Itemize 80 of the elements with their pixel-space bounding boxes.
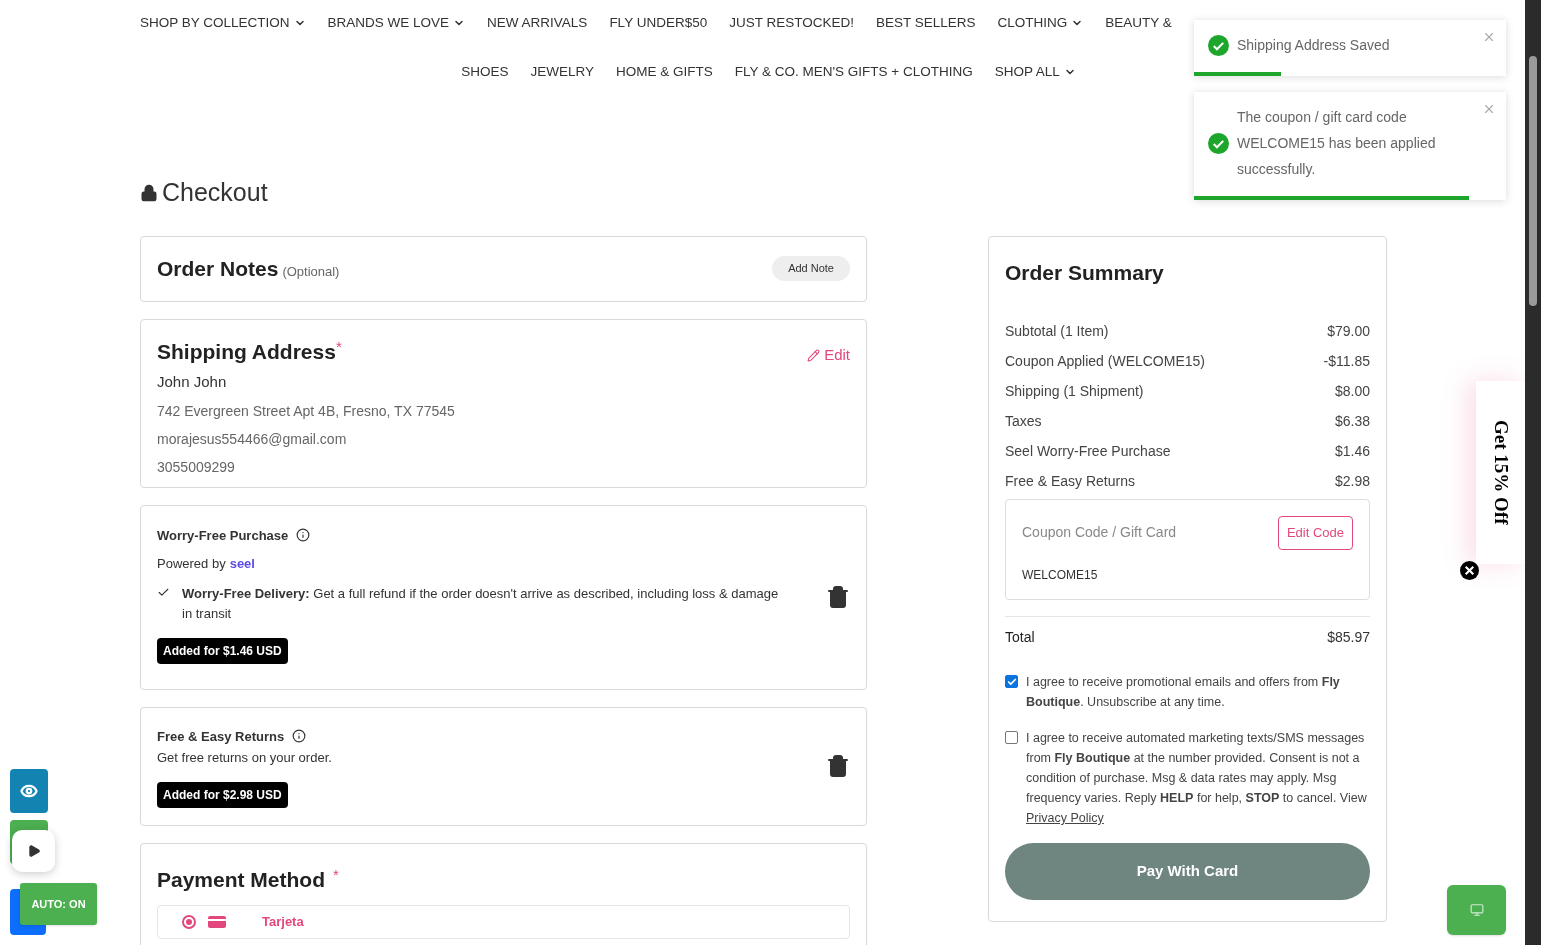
close-icon[interactable] xyxy=(1460,561,1479,580)
total-amount: $85.97 xyxy=(1327,628,1370,647)
payment-option[interactable]: Tarjeta xyxy=(157,905,850,939)
monitor-icon xyxy=(1469,903,1484,917)
edit-code-button[interactable]: Edit Code xyxy=(1277,516,1353,550)
section-title: Payment Method xyxy=(157,866,326,893)
consent-text: I agree to receive automated marketing texts/SMS messages from Fly Boutique at the number provided. Consent is not a condition of purchase. Msg & data rates may apply. Msg frequency varies. Reply HELP for help, STOP to cancel. View Privacy Policy xyxy=(1026,730,1368,827)
summary-title: Order Summary xyxy=(1005,259,1165,286)
summary-label: Coupon Applied (WELCOME15) xyxy=(1005,352,1205,371)
summary-amount: $8.00 xyxy=(1334,382,1370,401)
edit-link[interactable]: Edit xyxy=(807,343,850,367)
nav-link[interactable]: JUST RESTOCKED! xyxy=(729,13,854,33)
nav-link[interactable]: SHOP ALL xyxy=(994,62,1076,82)
trash-icon[interactable] xyxy=(826,584,850,609)
brand-link[interactable]: seel xyxy=(229,554,255,574)
powered-by-text: Powered by xyxy=(157,555,226,573)
lock-icon xyxy=(140,183,158,202)
info-icon xyxy=(292,729,307,744)
applied-code: WELCOME15 xyxy=(1022,566,1099,584)
address-line: morajesus554466@gmail.com xyxy=(157,429,348,449)
summary-amount: -$11.85 xyxy=(1323,352,1370,371)
protection-description: Worry-Free Delivery: Get a full refund if the order doesn't arrive as described, including loss & damage in transit xyxy=(182,584,780,623)
nav-link[interactable]: HOME & GIFTS xyxy=(616,62,713,82)
recipient-name: John John xyxy=(157,372,228,392)
eye-button[interactable] xyxy=(10,769,48,813)
toast-message: The coupon / gift card code WELCOME15 has been applied successfully. xyxy=(1237,108,1437,179)
radio-button[interactable] xyxy=(182,915,196,929)
optional-hint: (Optional) xyxy=(282,262,340,281)
nav-link[interactable]: BEST SELLERS xyxy=(875,13,976,33)
nav-link[interactable]: BEAUTY & xyxy=(1105,13,1172,33)
summary-amount: $2.98 xyxy=(1334,472,1370,491)
consent-text: I agree to receive promotional emails and offers from Fly Boutique. Unsubscribe at any time. xyxy=(1026,674,1341,711)
payment-option-label: Tarjeta xyxy=(262,913,304,932)
toast-message: Shipping Address Saved xyxy=(1237,36,1390,55)
price-badge: Added for $1.46 USD xyxy=(157,637,288,664)
price-badge: Added for $2.98 USD xyxy=(157,781,288,808)
play-button[interactable] xyxy=(12,830,55,872)
info-icon xyxy=(296,528,311,543)
nav-link[interactable]: FLY & CO. MEN'S GIFTS + CLOTHING xyxy=(734,62,973,82)
privacy-policy-link[interactable]: Privacy Policy xyxy=(1026,811,1104,825)
summary-label: Subtotal (1 Item) xyxy=(1005,322,1109,341)
eye-icon xyxy=(20,782,38,800)
nav-link[interactable]: SHOES xyxy=(461,62,509,82)
nav-link[interactable]: SHOP BY COLLECTION xyxy=(140,13,306,33)
summary-label: Taxes xyxy=(1005,412,1042,431)
promo-tab[interactable]: Get 15% Off xyxy=(1476,381,1526,564)
trash-icon[interactable] xyxy=(826,753,850,778)
required-mark: * xyxy=(333,864,339,885)
consent-checkbox[interactable] xyxy=(1005,731,1018,744)
protection-title: Worry-Free Purchase xyxy=(157,526,289,545)
page-title: Checkout xyxy=(162,177,268,208)
required-mark: * xyxy=(335,336,342,355)
returns-title: Free & Easy Returns xyxy=(157,727,285,746)
success-check-icon xyxy=(1208,132,1229,154)
add-note-button[interactable]: Add Note xyxy=(772,256,850,281)
card-icon xyxy=(208,916,226,928)
pay-with-card-button[interactable]: Pay With Card xyxy=(1005,843,1370,900)
play-icon xyxy=(26,844,41,858)
promo-tab-text: Get 15% Off xyxy=(1490,420,1514,525)
summary-label: Free & Easy Returns xyxy=(1005,472,1135,491)
address-line: 742 Evergreen Street Apt 4B, Fresno, TX 77545 xyxy=(157,401,456,421)
address-line: 3055009299 xyxy=(157,457,236,477)
pencil-icon xyxy=(807,348,821,362)
nav-link[interactable]: BRANDS WE LOVE xyxy=(327,13,466,33)
summary-label: Seel Worry-Free Purchase xyxy=(1005,442,1171,461)
nav-link[interactable]: FLY UNDER$50 xyxy=(609,13,708,33)
section-title: Order Notes xyxy=(157,255,279,282)
summary-amount: $79.00 xyxy=(1327,322,1370,341)
summary-amount: $6.38 xyxy=(1334,412,1370,431)
success-check-icon xyxy=(1208,34,1229,56)
summary-label: Shipping (1 Shipment) xyxy=(1005,382,1144,401)
summary-amount: $1.46 xyxy=(1334,442,1370,461)
returns-description: Get free returns on your order. xyxy=(157,749,332,767)
total-label: Total xyxy=(1005,628,1035,647)
consent-checkbox[interactable] xyxy=(1005,675,1018,688)
nav-link[interactable]: NEW ARRIVALS xyxy=(487,13,588,33)
coupon-field[interactable]: Coupon Code / Gift Card xyxy=(1022,522,1222,544)
section-title: Shipping Address xyxy=(157,338,336,365)
nav-link[interactable]: CLOTHING xyxy=(997,13,1084,33)
nav-link[interactable]: JEWELRY xyxy=(530,62,594,82)
